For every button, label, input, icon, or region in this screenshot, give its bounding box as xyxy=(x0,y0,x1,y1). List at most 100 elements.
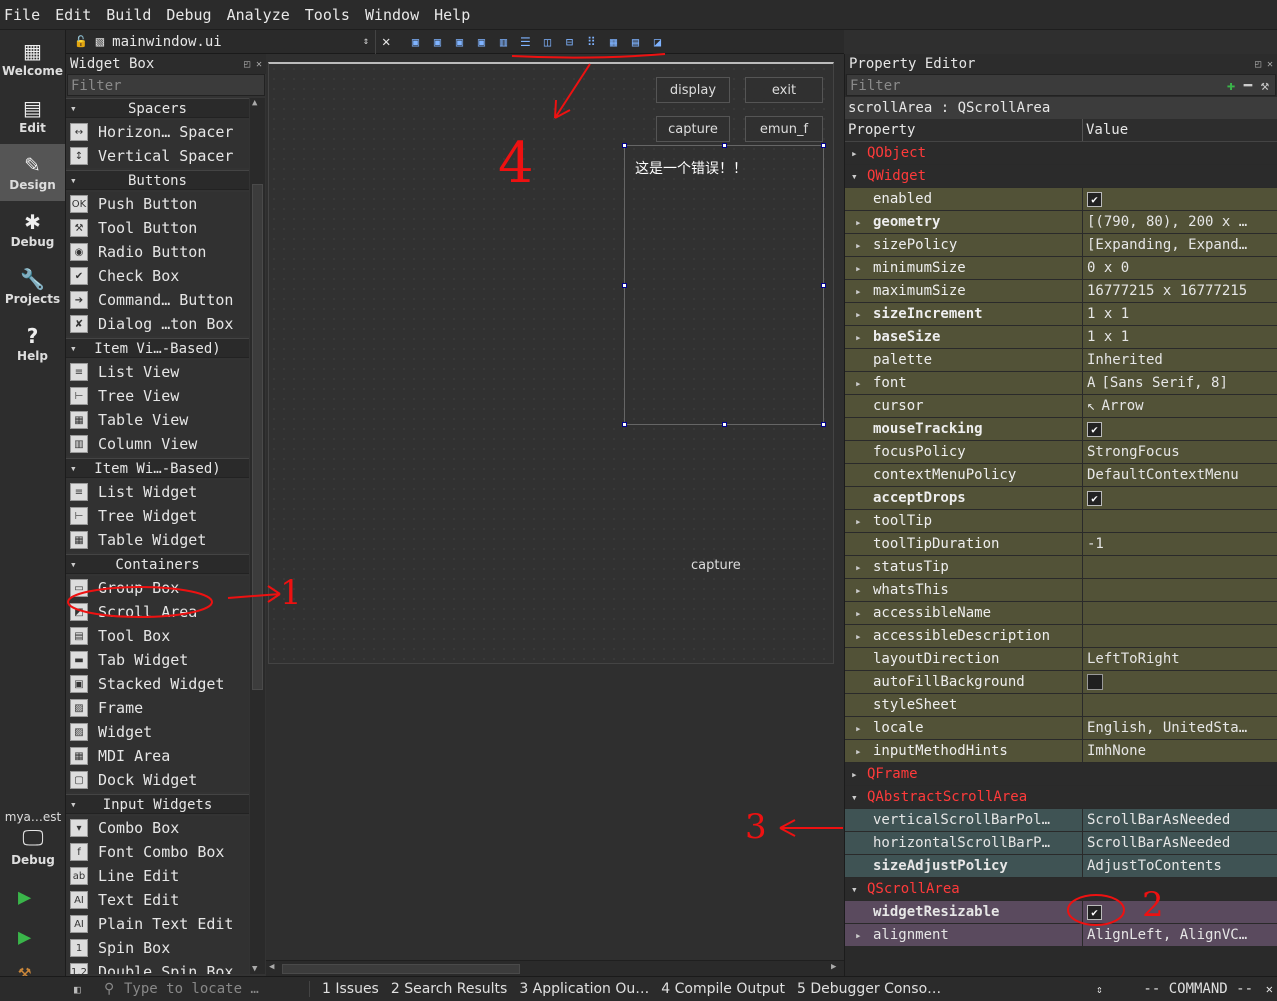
output-pane-4[interactable]: 4 Compile Output xyxy=(661,981,785,997)
widget-item-mdi-area[interactable]: ▦ MDI Area xyxy=(66,744,249,768)
property-value[interactable]: LeftToRight xyxy=(1083,648,1277,670)
chevron-right-icon[interactable]: ▸ xyxy=(855,717,862,739)
menu-window[interactable]: Window xyxy=(365,6,419,24)
form-button-capture[interactable]: capture xyxy=(656,116,730,142)
property-value[interactable] xyxy=(1083,671,1277,693)
widget-item-column-view[interactable]: ▥ Column View xyxy=(66,432,249,456)
property-value[interactable]: DefaultContextMenu xyxy=(1083,464,1277,486)
resize-handle[interactable] xyxy=(622,143,627,148)
chevron-right-icon[interactable]: ▸ xyxy=(855,280,862,302)
chevron-right-icon[interactable]: ▸ xyxy=(855,257,862,279)
widget-item-tab-widget[interactable]: ▬ Tab Widget xyxy=(66,648,249,672)
mode-debug[interactable]: ✱ Debug xyxy=(0,201,65,258)
layout-form-icon[interactable]: ⠿ xyxy=(584,35,598,49)
property-value[interactable]: 16777215 x 16777215 xyxy=(1083,280,1277,302)
chevron-right-icon[interactable]: ▸ xyxy=(855,625,862,647)
resize-handle[interactable] xyxy=(622,283,627,288)
widget-box-scrollbar[interactable]: ▲ ▼ xyxy=(250,98,265,974)
kit-selector[interactable]: mya…est 🖵 Debug xyxy=(0,810,66,867)
property-filter-input[interactable]: Filter ✚ ━ ⚒ xyxy=(846,74,1276,96)
property-value[interactable]: ImhNone xyxy=(1083,740,1277,762)
property-value[interactable]: A [Sans Serif, 8] xyxy=(1083,372,1277,394)
property-value[interactable]: StrongFocus xyxy=(1083,441,1277,463)
property-row-accessiblename[interactable]: ▸ accessibleName xyxy=(845,602,1277,625)
property-row-enabled[interactable]: enabled ✔ xyxy=(845,188,1277,211)
widget-item-dialog-ton-box[interactable]: ✘ Dialog …ton Box xyxy=(66,312,249,336)
close-document-icon[interactable]: ✕ xyxy=(382,34,390,50)
widget-item-radio-button[interactable]: ◉ Radio Button xyxy=(66,240,249,264)
category-item-vi-based[interactable]: Item Vi…-Based) xyxy=(66,338,249,359)
widget-item-widget[interactable]: ▨ Widget xyxy=(66,720,249,744)
menu-debug[interactable]: Debug xyxy=(166,6,211,24)
mode-welcome[interactable]: ▦ Welcome xyxy=(0,30,65,87)
property-row-widgetresizable[interactable]: widgetResizable ✔ xyxy=(845,901,1277,924)
updown-icon[interactable]: ⇕ xyxy=(1096,983,1103,996)
property-row-statustip[interactable]: ▸ statusTip xyxy=(845,556,1277,579)
widget-item-dock-widget[interactable]: ▢ Dock Widget xyxy=(66,768,249,792)
widget-item-check-box[interactable]: ✔ Check Box xyxy=(66,264,249,288)
property-row-layoutdirection[interactable]: layoutDirection LeftToRight xyxy=(845,648,1277,671)
capture-label[interactable]: capture xyxy=(691,558,741,573)
resize-handle[interactable] xyxy=(722,422,727,427)
widget-item-command-button[interactable]: ➔ Command… Button xyxy=(66,288,249,312)
category-input-widgets[interactable]: Input Widgets xyxy=(66,794,249,815)
menu-tools[interactable]: Tools xyxy=(305,6,350,24)
widget-item-combo-box[interactable]: ▾ Combo Box xyxy=(66,816,249,840)
chevron-right-icon[interactable]: ▸ xyxy=(855,372,862,394)
output-pane-3[interactable]: 3 Application Ou… xyxy=(519,981,649,997)
property-value[interactable]: English, UnitedSta… xyxy=(1083,717,1277,739)
close-icon[interactable]: ✕ xyxy=(1266,982,1273,996)
property-value[interactable]: 1 x 1 xyxy=(1083,326,1277,348)
main-window-form[interactable]: 这是一个错误！！ capture display exit capture emun_… xyxy=(268,62,834,664)
property-value[interactable]: 1 x 1 xyxy=(1083,303,1277,325)
widget-item-list-widget[interactable]: ≡ List Widget xyxy=(66,480,249,504)
scroll-thumb[interactable] xyxy=(282,964,520,974)
document-selector[interactable]: 🔓 ▧ mainwindow.ui ⇕ xyxy=(66,29,376,54)
property-row-stylesheet[interactable]: styleSheet xyxy=(845,694,1277,717)
widget-item-tool-button[interactable]: ⚒ Tool Button xyxy=(66,216,249,240)
category-item-wi-based[interactable]: Item Wi…-Based) xyxy=(66,458,249,479)
layout-grid-icon[interactable]: ▦ xyxy=(606,35,620,49)
widget-item-table-view[interactable]: ▦ Table View xyxy=(66,408,249,432)
property-row-acceptdrops[interactable]: acceptDrops ✔ xyxy=(845,487,1277,510)
scroll-up-icon[interactable]: ▲ xyxy=(252,98,257,108)
property-row-locale[interactable]: ▸ locale English, UnitedSta… xyxy=(845,717,1277,740)
property-value[interactable]: ✔ xyxy=(1083,188,1277,210)
edit-tab-order-icon[interactable]: ▣ xyxy=(474,35,488,49)
chevron-right-icon[interactable]: ▸ xyxy=(855,326,862,348)
property-row-whatsthis[interactable]: ▸ whatsThis xyxy=(845,579,1277,602)
widget-item-list-view[interactable]: ≡ List View xyxy=(66,360,249,384)
layout-splitter-h-icon[interactable]: ◫ xyxy=(540,35,554,49)
float-close-icons[interactable]: ◰ ✕ xyxy=(1255,59,1273,70)
property-row-accessibledescription[interactable]: ▸ accessibleDescription xyxy=(845,625,1277,648)
property-value[interactable]: Inherited xyxy=(1083,349,1277,371)
toggle-sidebar-icon[interactable]: ◧ xyxy=(74,983,81,996)
widget-item-tree-view[interactable]: ⊢ Tree View xyxy=(66,384,249,408)
chevron-down-icon[interactable]: ▾ xyxy=(851,878,858,900)
chevron-right-icon[interactable]: ▸ xyxy=(855,303,862,325)
widget-item-double-spin-box[interactable]: 1.2 Double Spin Box xyxy=(66,960,249,974)
property-row-tooltip[interactable]: ▸ toolTip xyxy=(845,510,1277,533)
property-row-sizepolicy[interactable]: ▸ sizePolicy [Expanding, Expand… xyxy=(845,234,1277,257)
property-value[interactable]: 0 x 0 xyxy=(1083,257,1277,279)
property-row-basesize[interactable]: ▸ baseSize 1 x 1 xyxy=(845,326,1277,349)
chevron-right-icon[interactable]: ▸ xyxy=(855,510,862,532)
menu-edit[interactable]: Edit xyxy=(55,6,91,24)
chevron-down-icon[interactable]: ▾ xyxy=(851,165,858,187)
chevron-right-icon[interactable]: ▸ xyxy=(855,579,862,601)
widget-item-stacked-widget[interactable]: ▣ Stacked Widget xyxy=(66,672,249,696)
chevron-right-icon[interactable]: ▸ xyxy=(855,924,862,946)
chevron-right-icon[interactable]: ▸ xyxy=(851,763,858,785)
category-spacers[interactable]: Spacers xyxy=(66,98,249,119)
resize-handle[interactable] xyxy=(821,422,826,427)
property-row-cursor[interactable]: cursor ↖ Arrow xyxy=(845,395,1277,418)
property-value[interactable]: AdjustToContents xyxy=(1083,855,1277,877)
property-value[interactable] xyxy=(1083,556,1277,578)
float-close-icons[interactable]: ◰ ✕ xyxy=(244,59,262,70)
property-row-palette[interactable]: palette Inherited xyxy=(845,349,1277,372)
property-value[interactable]: ScrollBarAsNeeded xyxy=(1083,832,1277,854)
property-value[interactable] xyxy=(1083,510,1277,532)
scroll-right-icon[interactable]: ▶ xyxy=(831,962,836,972)
chevron-right-icon[interactable]: ▸ xyxy=(855,556,862,578)
property-value[interactable]: [Expanding, Expand… xyxy=(1083,234,1277,256)
